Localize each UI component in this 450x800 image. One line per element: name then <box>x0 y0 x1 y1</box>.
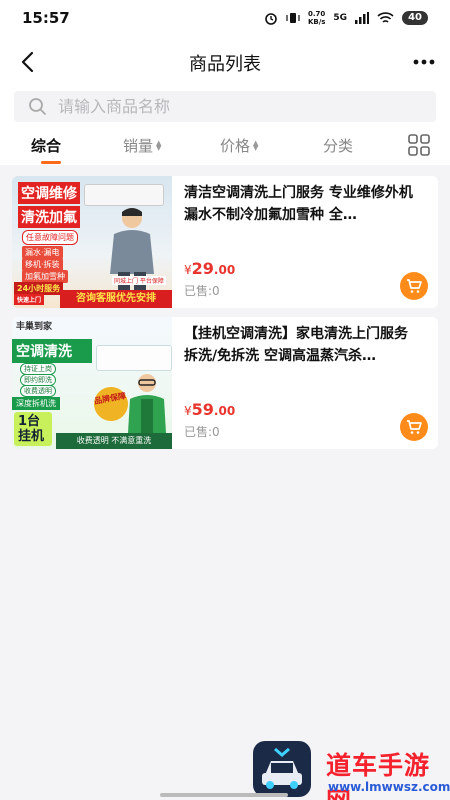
status-bar: 15:57 0.70 KB/s 5G 40 <box>0 0 450 36</box>
cart-icon <box>407 279 422 293</box>
thumb-count-badge: 1台 挂机 <box>14 412 52 446</box>
sort-arrows-icon: ▲ ▼ <box>156 138 162 152</box>
air-conditioner-illustration <box>84 184 164 206</box>
product-price: ¥59.00 <box>184 400 236 419</box>
cart-icon <box>407 420 422 434</box>
search-icon <box>29 98 46 115</box>
more-dots-icon[interactable] <box>412 52 436 72</box>
page-title: 商品列表 <box>189 54 261 75</box>
thumb-mini-label: 同城上门 平台保障 <box>112 276 166 285</box>
signal-5g: 5G <box>333 13 348 23</box>
thumb-headline: 清洗加氟 <box>18 206 80 228</box>
home-indicator <box>160 793 288 797</box>
car-icon <box>262 747 302 789</box>
signal-bars-icon <box>355 12 370 24</box>
net-speed: 0.70 KB/s <box>307 10 326 26</box>
product-card[interactable]: 空调维修 清洗加氟 任意故障问题 漏水·漏电 移机·拆装 加氟加雪种 同城上门 … <box>12 176 438 308</box>
tab-comprehensive[interactable]: 综合 <box>31 135 61 156</box>
vibrate-icon <box>286 13 300 23</box>
add-to-cart-button[interactable] <box>400 413 428 441</box>
search-box[interactable] <box>14 91 436 122</box>
thumb-banner: 收费透明 不满意重洗 <box>56 433 172 449</box>
product-thumbnail: 空调维修 清洗加氟 任意故障问题 漏水·漏电 移机·拆装 加氟加雪种 同城上门 … <box>12 176 172 308</box>
sort-arrows-icon: ▲ ▼ <box>253 138 259 152</box>
product-title: 【挂机空调清洗】家电清洗上门服务 拆洗/免拆洗 空调高温蒸汽杀… <box>184 326 408 364</box>
thumb-headline: 空调维修 <box>18 182 80 204</box>
tab-bar: 综合 销量 ▲ ▼ 价格 ▲ ▼ 分类 <box>0 128 450 164</box>
add-to-cart-button[interactable] <box>400 272 428 300</box>
nav-bar: 商品列表 <box>0 40 450 84</box>
thumb-label: 深度拆机洗 <box>12 397 60 410</box>
thumb-headline: 空调清洗 <box>12 339 92 363</box>
product-card[interactable]: 丰巢到家 空调清洗 持证上岗 即约即洗 收费透明 深度拆机洗 1台 挂机 品牌保障… <box>12 317 438 449</box>
sold-count: 已售:0 <box>184 425 220 439</box>
cleaner-illustration <box>128 374 166 433</box>
header-area: 15:57 0.70KB/s 5G 40 商品列表 综合 销量▲▼ 价格▲▼ 分… <box>0 0 450 165</box>
tab-category[interactable]: 分类 <box>323 135 353 156</box>
alarm-icon <box>265 13 277 25</box>
product-title: 清洁空调清洗上门服务 专业维修外机 漏水不制冷加氟加雪种 全… <box>184 185 413 223</box>
thumb-badge-sub: 快速上门 <box>14 294 45 305</box>
thumb-chip: 收费透明 <box>20 385 56 397</box>
air-conditioner-illustration <box>96 345 172 371</box>
thumb-banner: 咨询客服优先安排 <box>60 290 172 308</box>
sold-count: 已售:0 <box>184 284 220 298</box>
tab-price[interactable]: 价格 ▲ ▼ <box>220 135 258 156</box>
watermark-url: www.lmwwsz.com <box>328 780 450 794</box>
status-icons: 0.70 KB/s 5G 40 <box>264 10 428 26</box>
product-price: ¥29.00 <box>184 259 236 278</box>
watermark-logo-icon <box>253 741 311 797</box>
tab-active-indicator <box>41 161 61 164</box>
status-time: 15:57 <box>22 9 70 27</box>
grid-view-icon[interactable] <box>408 134 430 156</box>
thumb-tag: 任意故障问题 <box>22 230 78 245</box>
tab-sales[interactable]: 销量 ▲ ▼ <box>123 135 161 156</box>
battery-indicator: 40 <box>402 11 428 25</box>
product-thumbnail: 丰巢到家 空调清洗 持证上岗 即约即洗 收费透明 深度拆机洗 1台 挂机 品牌保障… <box>12 317 172 449</box>
wifi-icon <box>377 11 394 23</box>
thumb-brand: 丰巢到家 <box>16 322 53 332</box>
search-input[interactable] <box>58 91 418 122</box>
